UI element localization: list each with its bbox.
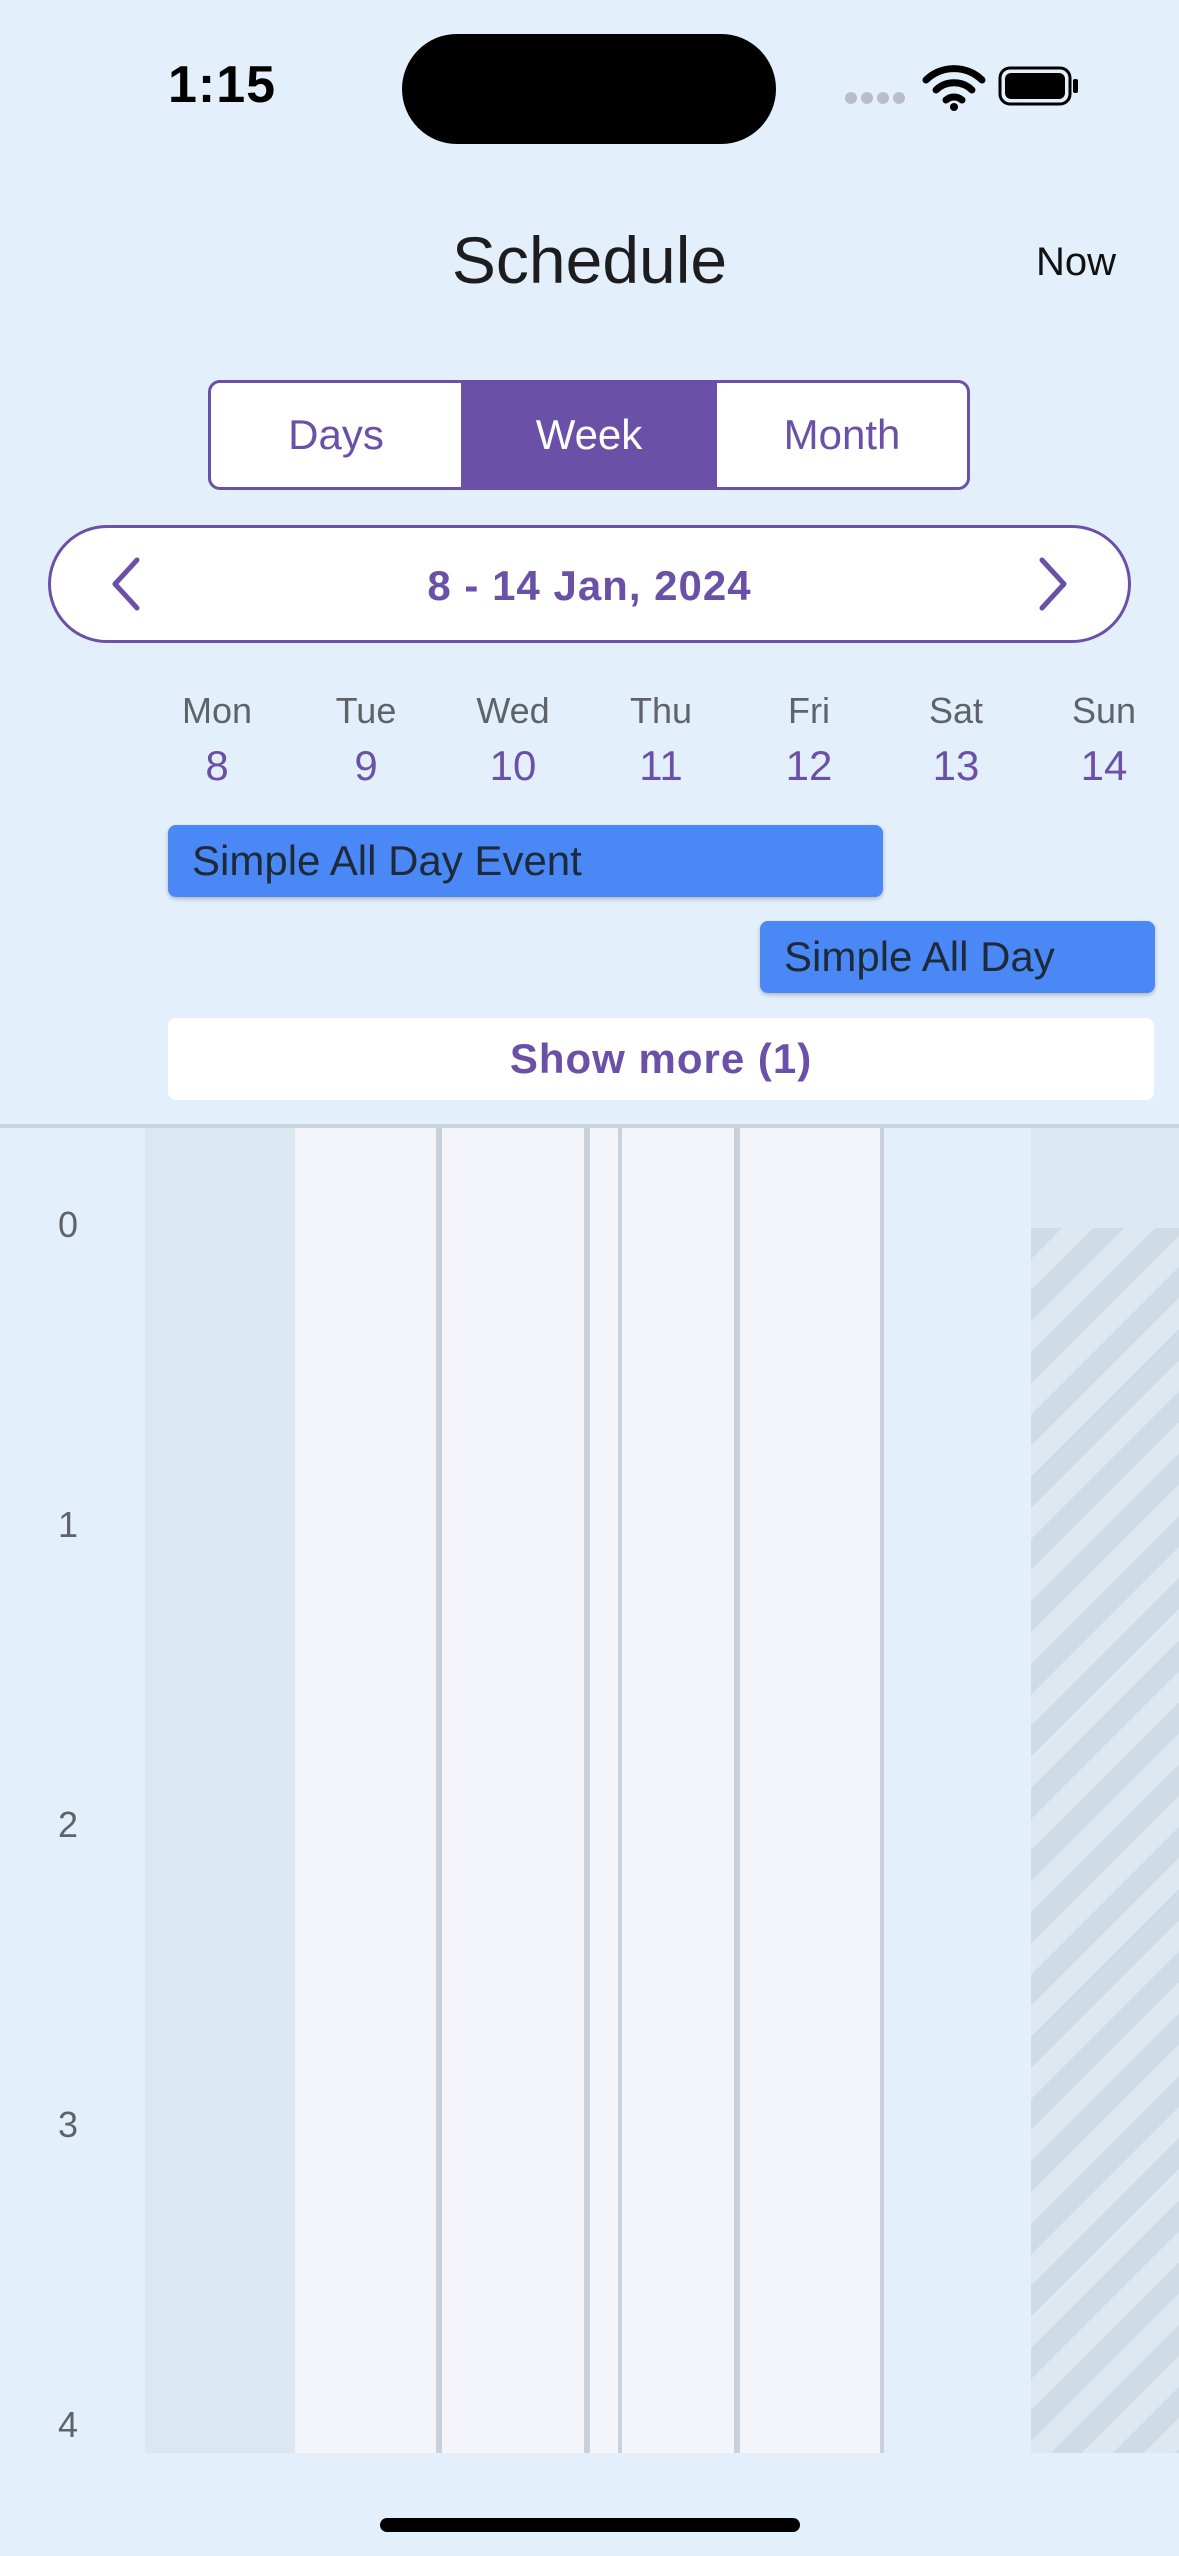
day-header-thu[interactable]: Thu 11 bbox=[601, 690, 721, 790]
day-header-wed[interactable]: Wed 10 bbox=[453, 690, 573, 790]
day-number: 13 bbox=[932, 742, 980, 789]
home-indicator bbox=[380, 2518, 800, 2532]
day-number: 9 bbox=[354, 742, 378, 789]
day-number: 14 bbox=[1080, 742, 1128, 789]
show-more-button[interactable]: Show more (1) bbox=[168, 1018, 1154, 1100]
day-name: Thu bbox=[629, 690, 693, 731]
page-title: Schedule bbox=[451, 223, 728, 297]
day-header-sun[interactable]: Sun 14 bbox=[1044, 690, 1164, 790]
battery-icon bbox=[998, 66, 1080, 106]
day-column-tue[interactable] bbox=[295, 1128, 436, 2453]
day-name: Wed bbox=[476, 690, 550, 731]
day-number: 12 bbox=[785, 742, 833, 789]
dynamic-island bbox=[402, 34, 776, 144]
date-range-selector: 8 - 14 Jan, 2024 bbox=[48, 525, 1131, 643]
date-range-label: 8 - 14 Jan, 2024 bbox=[427, 562, 752, 609]
view-switcher: Days Week Month bbox=[208, 380, 970, 490]
day-header-sat[interactable]: Sat 13 bbox=[896, 690, 1016, 790]
hour-label: 3 bbox=[58, 2104, 79, 2145]
day-column-mon[interactable] bbox=[145, 1128, 295, 2453]
day-number: 8 bbox=[205, 742, 229, 789]
hour-label: 0 bbox=[58, 1204, 79, 1245]
day-column-thu-gap[interactable] bbox=[590, 1128, 618, 2453]
day-number: 10 bbox=[489, 742, 537, 789]
cellular-signal-icon bbox=[845, 92, 907, 106]
wifi-icon bbox=[922, 62, 986, 112]
day-header-fri[interactable]: Fri 12 bbox=[749, 690, 869, 790]
days-tab[interactable]: Days bbox=[211, 383, 461, 487]
day-name: Mon bbox=[181, 690, 253, 731]
hour-label: 1 bbox=[58, 1504, 79, 1545]
day-name: Fri bbox=[788, 690, 830, 731]
week-tab[interactable]: Week bbox=[461, 383, 714, 487]
next-week-button[interactable] bbox=[1016, 552, 1086, 616]
day-name: Tue bbox=[335, 690, 397, 731]
hour-label: 4 bbox=[58, 2404, 79, 2445]
day-column-sat[interactable] bbox=[884, 1128, 1031, 2453]
all-day-event[interactable]: Simple All Day Event bbox=[168, 825, 883, 897]
all-day-event[interactable]: Simple All Day bbox=[760, 921, 1155, 993]
day-header-mon[interactable]: Mon 8 bbox=[157, 690, 277, 790]
day-column-fri[interactable] bbox=[740, 1128, 880, 2453]
now-button[interactable]: Now bbox=[1030, 236, 1122, 289]
month-tab[interactable]: Month bbox=[714, 383, 967, 487]
day-column-thu[interactable] bbox=[622, 1128, 734, 2453]
unavailable-hatch bbox=[1031, 1228, 1179, 2453]
chevron-right-icon bbox=[1039, 557, 1067, 611]
day-number: 11 bbox=[639, 742, 683, 789]
hour-label: 2 bbox=[58, 1804, 79, 1845]
day-column-wed[interactable] bbox=[442, 1128, 584, 2453]
status-time: 1:15 bbox=[168, 56, 277, 114]
day-header-tue[interactable]: Tue 9 bbox=[306, 690, 426, 790]
day-name: Sat bbox=[928, 690, 984, 731]
day-name: Sun bbox=[1071, 690, 1137, 731]
